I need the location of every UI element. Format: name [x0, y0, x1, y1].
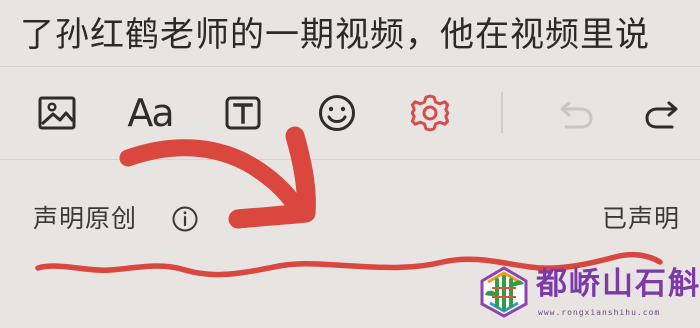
info-icon[interactable]	[171, 205, 199, 233]
article-text-line[interactable]: 了孙红鹤老师的一期视频，他在视频里说	[20, 6, 690, 64]
original-declaration-label: 声明原创	[33, 204, 138, 233]
original-declaration-row[interactable]: 声明原创 已声明	[0, 158, 700, 278]
editor-toolbar: Aa	[0, 66, 700, 160]
text-box-button[interactable]	[214, 67, 272, 159]
font-style-button[interactable]: Aa	[118, 67, 182, 159]
editor-screen: 了孙红鹤老师的一期视频，他在视频里说 Aa 声明原创 已声明 都峤山石斛 www…	[0, 0, 700, 328]
redo-icon	[645, 101, 678, 129]
emoji-button[interactable]	[306, 67, 368, 159]
text-box-icon	[225, 96, 261, 130]
watermark: 都峤山石斛 www.rongxianshihu.com	[478, 264, 699, 328]
undo-icon	[560, 101, 593, 129]
redo-button[interactable]	[630, 67, 694, 159]
declaration-status: 已声明	[601, 204, 680, 233]
undo-button[interactable]	[544, 67, 608, 159]
insert-image-button[interactable]	[28, 67, 86, 159]
settings-button[interactable]	[398, 67, 462, 159]
watermark-url: www.rongxianshihu.com	[538, 308, 661, 317]
gear-icon	[410, 94, 450, 132]
image-icon	[38, 96, 76, 130]
bamboo-logo-icon	[480, 266, 528, 318]
toolbar-separator	[501, 92, 503, 133]
font-style-label: Aa	[127, 91, 174, 135]
watermark-brand: 都峤山石斛	[536, 266, 700, 302]
smile-icon	[319, 95, 355, 131]
